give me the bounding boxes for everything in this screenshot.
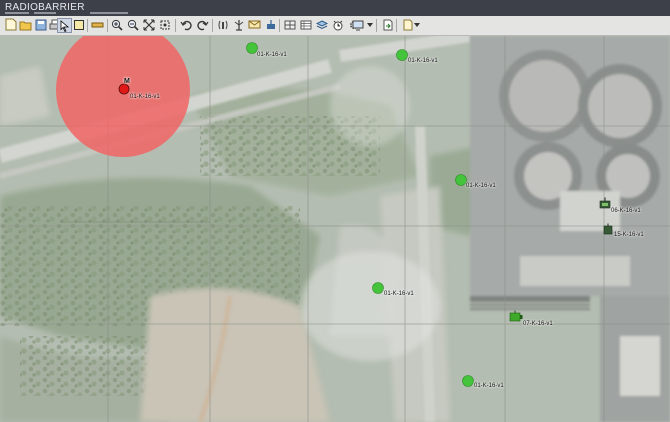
alarm-clock-icon[interactable]	[331, 18, 344, 31]
redo-icon[interactable]	[196, 18, 209, 31]
menu-item[interactable]	[5, 12, 29, 14]
station-marker[interactable]	[372, 281, 384, 299]
open-folder-icon[interactable]	[19, 18, 32, 31]
station-label: 01-K-16-v1	[408, 58, 438, 64]
jammer-label: 07-K-16-v1	[523, 321, 553, 327]
jammer-marker[interactable]	[599, 196, 611, 214]
menu-item[interactable]	[34, 12, 56, 14]
station-label: 01-K-16-v1	[257, 52, 287, 58]
station-marker[interactable]	[462, 374, 474, 392]
zoom-in-icon[interactable]	[110, 18, 123, 31]
station-label: 01-K-16-v1	[474, 383, 504, 389]
undo-icon[interactable]	[179, 18, 192, 31]
chevron-down-icon[interactable]	[414, 18, 420, 31]
select-pointer-icon[interactable]	[57, 18, 72, 33]
station-label: 01-K-16-v1	[384, 291, 414, 297]
chevron-down-icon[interactable]	[367, 18, 373, 31]
antenna-icon[interactable]	[232, 18, 245, 31]
satellite-basemap	[0, 36, 670, 422]
toolbar-separator	[212, 19, 213, 32]
table-icon[interactable]	[299, 18, 312, 31]
toolbar	[0, 16, 670, 36]
fit-extent-icon[interactable]	[142, 18, 155, 31]
radio-transmit-icon[interactable]	[216, 18, 229, 31]
station-label: 01-K-16-v1	[466, 183, 496, 189]
jammer-marker[interactable]	[603, 222, 613, 240]
document-icon[interactable]	[401, 18, 414, 31]
target-label: 01-K-16-v1	[130, 94, 160, 100]
jammer-label: 15-K-16-v1	[614, 232, 644, 238]
scale-extent-icon[interactable]	[158, 18, 171, 31]
menu-item[interactable]	[90, 12, 128, 14]
select-rectangle-icon[interactable]	[72, 18, 85, 31]
save-icon[interactable]	[34, 18, 47, 31]
map-view[interactable]: M 01-K-16-v1 01-K-16-v1 01-K-16-v1 01-K-…	[0, 36, 670, 422]
toolbar-separator	[107, 19, 108, 32]
target-marker-text: M	[124, 78, 130, 85]
toolbar-separator	[175, 19, 176, 32]
jammer-label: 06-K-16-v1	[611, 208, 641, 214]
toolbar-separator	[87, 19, 88, 32]
title-bar: RADIOBARRIER	[0, 0, 670, 16]
zoom-out-icon[interactable]	[126, 18, 139, 31]
toolbar-separator	[396, 19, 397, 32]
toolbar-separator	[376, 19, 377, 32]
layers-icon[interactable]	[315, 18, 328, 31]
grid-icon[interactable]	[283, 18, 296, 31]
export-icon[interactable]	[381, 18, 394, 31]
jammer-marker[interactable]	[509, 309, 523, 327]
monitor-icon[interactable]	[352, 18, 364, 31]
message-icon[interactable]	[248, 18, 261, 31]
toolbar-separator	[279, 19, 280, 32]
new-document-icon[interactable]	[4, 18, 17, 31]
station-marker[interactable]	[396, 48, 408, 66]
ruler-icon[interactable]	[91, 18, 104, 31]
jammer-icon[interactable]	[264, 18, 277, 31]
